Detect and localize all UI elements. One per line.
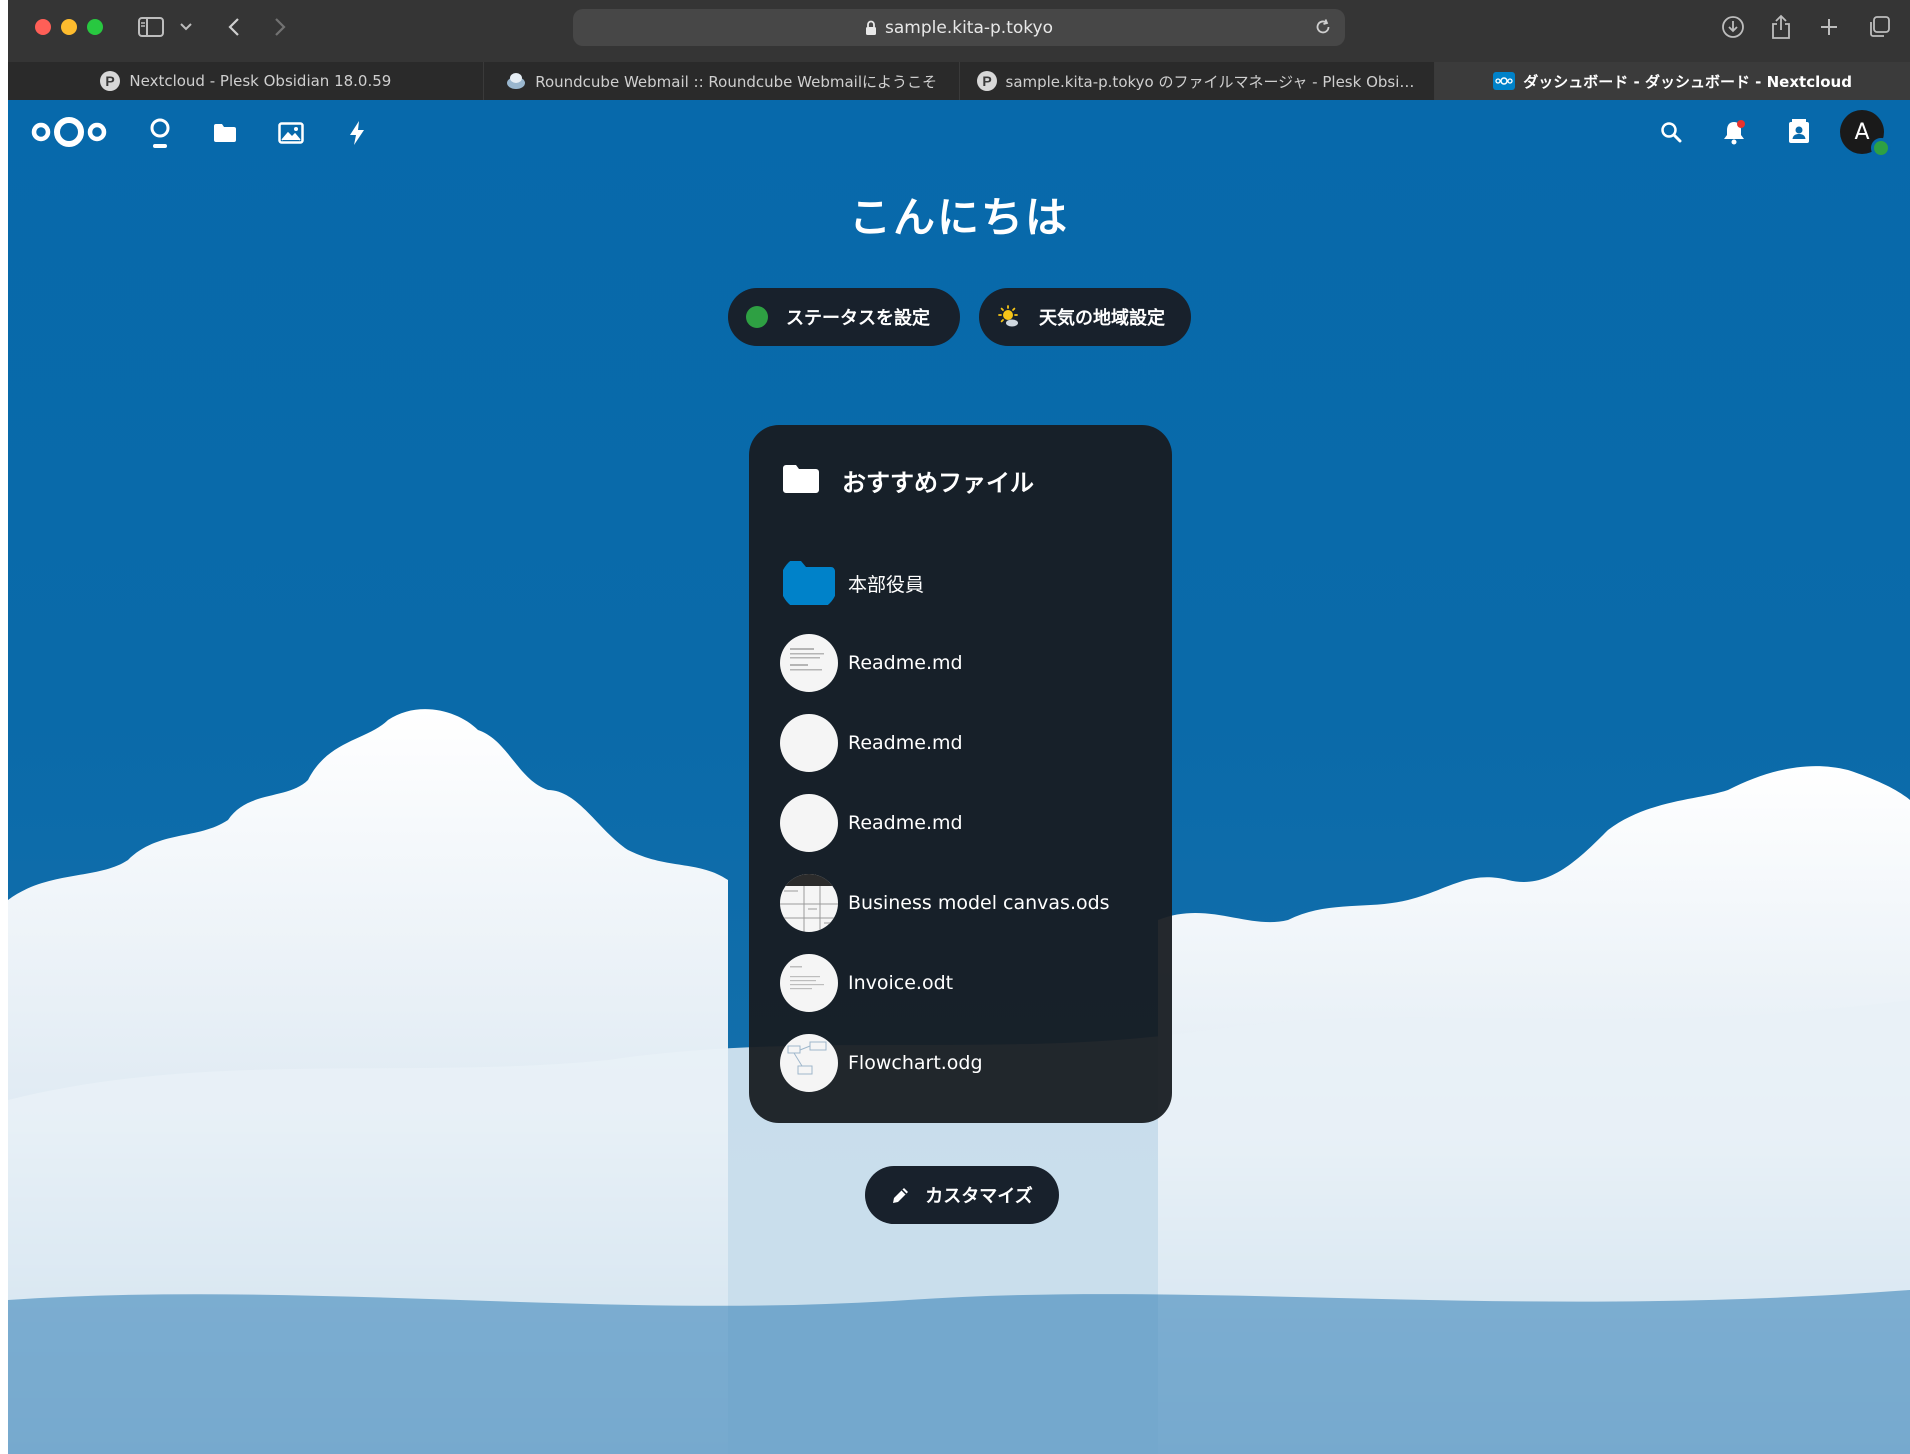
widget-header: おすすめファイル xyxy=(782,463,1034,498)
weather-sun-icon xyxy=(997,305,1021,329)
browser-tab-roundcube[interactable]: Roundcube Webmail :: Roundcube Webmailによ… xyxy=(483,62,960,100)
browser-window: sample.kita-p.tokyo P Nextcloud - Plesk … xyxy=(8,0,1910,1454)
chevron-down-icon[interactable] xyxy=(178,14,194,40)
avatar-initial: A xyxy=(1854,119,1870,145)
photos-icon[interactable] xyxy=(274,116,308,150)
reload-icon[interactable] xyxy=(1313,17,1333,42)
avatar-status-indicator xyxy=(1871,138,1891,158)
recommended-file-item[interactable]: Readme.md xyxy=(780,713,963,773)
file-name: 本部役員 xyxy=(848,573,925,596)
back-arrow-icon[interactable] xyxy=(222,14,246,40)
browser-tab-nextcloud-plesk[interactable]: P Nextcloud - Plesk Obsidian 18.0.59 xyxy=(8,62,484,100)
customize-label: カスタマイズ xyxy=(925,1186,1033,1207)
file-name: Business model canvas.ods xyxy=(848,892,1110,914)
browser-titlebar: sample.kita-p.tokyo xyxy=(8,0,1910,62)
status-online-icon xyxy=(746,306,768,328)
spreadsheet-thumbnail-icon xyxy=(780,874,838,932)
recommended-file-item[interactable]: Readme.md xyxy=(780,793,963,853)
browser-tab-nextcloud-dashboard[interactable]: ダッシュボード - ダッシュボード - Nextcloud xyxy=(1435,62,1910,100)
nextcloud-logo-icon[interactable] xyxy=(28,114,110,154)
tab-title: Nextcloud - Plesk Obsidian 18.0.59 xyxy=(129,72,392,90)
folder-icon xyxy=(782,464,820,498)
svg-text:P: P xyxy=(106,73,115,89)
drawing-thumbnail-icon xyxy=(780,1034,838,1092)
forward-arrow-icon[interactable] xyxy=(268,14,292,40)
activity-icon[interactable] xyxy=(340,116,374,150)
plesk-icon: P xyxy=(976,70,998,92)
contacts-icon[interactable] xyxy=(1783,116,1815,148)
svg-text:P: P xyxy=(982,73,991,89)
customize-button[interactable]: カスタマイズ xyxy=(865,1166,1059,1224)
download-icon[interactable] xyxy=(1720,14,1746,40)
document-thumbnail-icon xyxy=(780,794,838,852)
recommended-file-item[interactable]: Readme.md xyxy=(780,633,963,693)
set-status-label: ステータスを設定 xyxy=(786,308,930,329)
address-bar[interactable]: sample.kita-p.tokyo xyxy=(573,9,1345,46)
roundcube-icon xyxy=(505,70,527,92)
window-close-button[interactable] xyxy=(35,19,51,35)
weather-location-button[interactable]: 天気の地域設定 xyxy=(979,288,1191,346)
file-name: Readme.md xyxy=(848,732,963,754)
lock-icon xyxy=(865,20,877,36)
new-tab-plus-icon[interactable] xyxy=(1816,14,1842,40)
recommended-files-widget: おすすめファイル 本部役員 Readme.md Readme.md Readme… xyxy=(749,425,1172,1123)
folder-icon xyxy=(780,554,838,612)
tab-title: sample.kita-p.tokyo のファイルマネージャ - Plesk O… xyxy=(1005,72,1419,91)
window-maximize-button[interactable] xyxy=(87,19,103,35)
nextcloud-header: A xyxy=(8,100,1910,164)
file-name: Readme.md xyxy=(848,652,963,674)
tab-title: ダッシュボード - ダッシュボード - Nextcloud xyxy=(1523,72,1852,91)
recommended-file-item[interactable]: Flowchart.odg xyxy=(780,1033,983,1093)
document-thumbnail-icon xyxy=(780,634,838,692)
nextcloud-dashboard-page: A こんにちは ステータスを設定 天気の地域設定 おすすめファイル 本部役員 R… xyxy=(8,100,1910,1454)
notifications-icon[interactable] xyxy=(1718,116,1750,148)
address-url: sample.kita-p.tokyo xyxy=(885,17,1053,38)
dashboard-greeting: こんにちは xyxy=(848,193,1069,242)
nextcloud-icon xyxy=(1493,70,1516,92)
document-thumbnail-icon xyxy=(780,714,838,772)
browser-tab-plesk-filemanager[interactable]: P sample.kita-p.tokyo のファイルマネージャ - Plesk… xyxy=(959,62,1436,100)
tab-overview-icon[interactable] xyxy=(1865,14,1893,40)
recommended-file-item[interactable]: 本部役員 xyxy=(780,553,924,613)
share-icon[interactable] xyxy=(1768,14,1794,40)
dashboard-icon[interactable] xyxy=(143,116,177,150)
files-icon[interactable] xyxy=(208,116,242,150)
tab-strip: P Nextcloud - Plesk Obsidian 18.0.59 Rou… xyxy=(8,62,1910,100)
plesk-icon: P xyxy=(99,70,121,92)
file-name: Readme.md xyxy=(848,812,963,834)
file-name: Invoice.odt xyxy=(848,972,954,994)
search-icon[interactable] xyxy=(1655,116,1687,148)
document-thumbnail-icon xyxy=(780,954,838,1012)
recommended-file-item[interactable]: Business model canvas.ods xyxy=(780,873,1110,933)
tab-title: Roundcube Webmail :: Roundcube Webmailによ… xyxy=(535,72,938,91)
widget-title: おすすめファイル xyxy=(842,469,1034,497)
pencil-icon xyxy=(891,1185,911,1205)
file-name: Flowchart.odg xyxy=(848,1052,983,1074)
set-status-button[interactable]: ステータスを設定 xyxy=(728,288,960,346)
weather-location-label: 天気の地域設定 xyxy=(1039,308,1165,329)
window-minimize-button[interactable] xyxy=(61,19,77,35)
sidebar-toggle-icon[interactable] xyxy=(136,14,166,40)
recommended-file-item[interactable]: Invoice.odt xyxy=(780,953,953,1013)
